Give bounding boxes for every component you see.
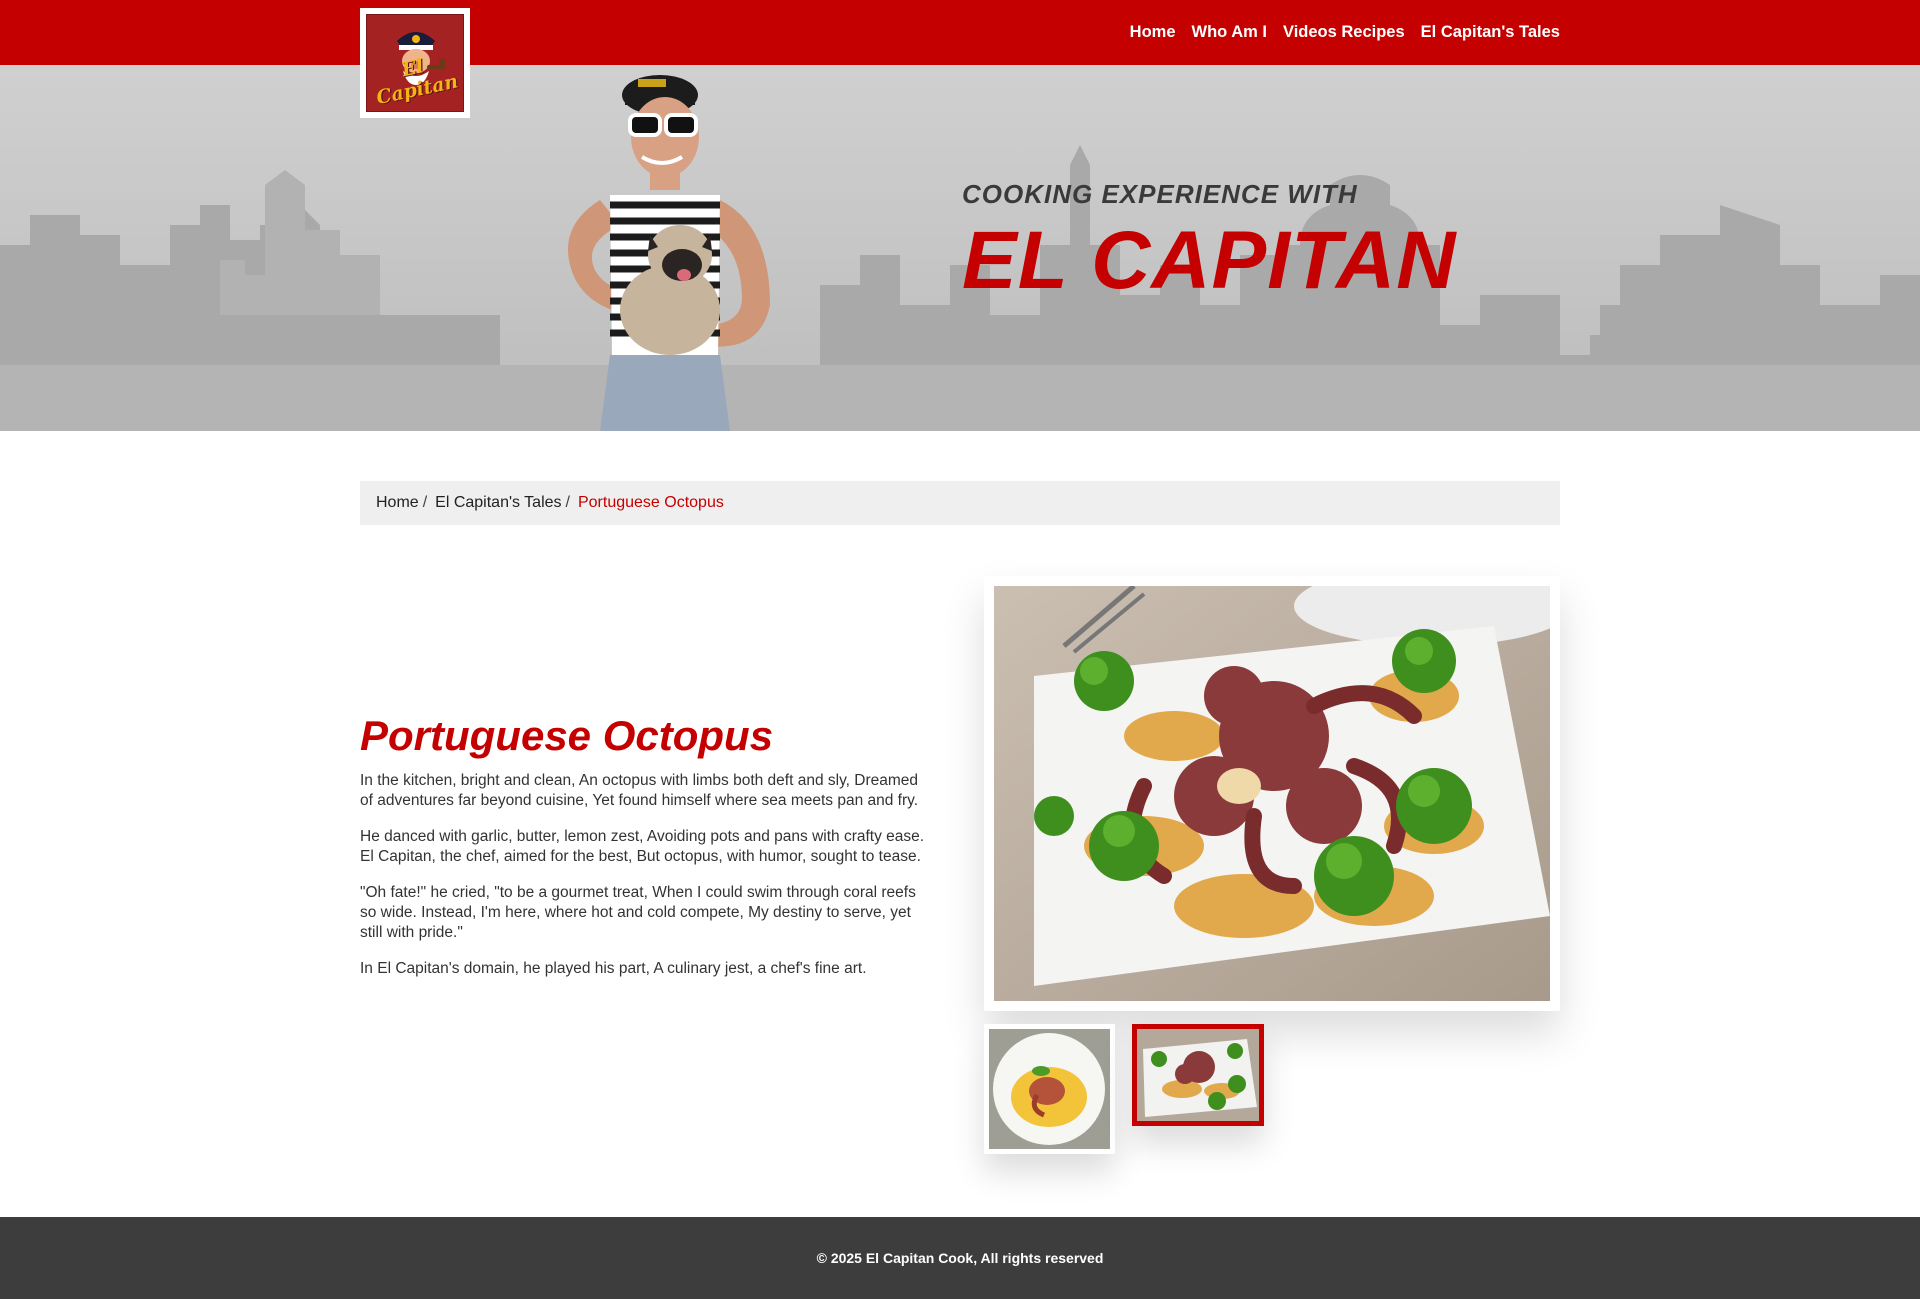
site-logo[interactable]: El Capitan xyxy=(360,8,470,118)
article-title: Portuguese Octopus xyxy=(360,712,774,759)
breadcrumb-current: Portuguese Octopus xyxy=(577,494,724,511)
article-paragraph: He danced with garlic, butter, lemon zes… xyxy=(360,828,925,866)
breadcrumb-home-link[interactable]: Home xyxy=(376,494,419,512)
hero-subtitle: COOKING EXPERIENCE WITH xyxy=(962,179,1358,209)
site-footer: © 2025 El Capitan Cook, All rights reser… xyxy=(0,1217,1920,1299)
footer-copyright: © 2025 El Capitan Cook, All rights reser… xyxy=(816,1250,1104,1266)
breadcrumb-separator: / xyxy=(422,494,428,511)
article-paragraph: In El Capitan's domain, he played his pa… xyxy=(360,960,867,978)
hero-banner: COOKING EXPERIENCE WITH EL CAPITAN xyxy=(0,65,1920,431)
breadcrumb-tales-link[interactable]: El Capitan's Tales xyxy=(435,494,561,512)
nav-home-link[interactable]: Home xyxy=(1130,23,1176,42)
gallery-thumbnail-selected[interactable] xyxy=(1132,1024,1264,1126)
nav-who-am-i-link[interactable]: Who Am I xyxy=(1192,23,1267,42)
octopus-dish-thumbnail-photo xyxy=(1137,1029,1259,1121)
top-navbar: Home Who Am I Videos Recipes El Capitan'… xyxy=(0,0,1920,65)
article-paragraph: "Oh fate!" he cried, "to be a gourmet tr… xyxy=(360,884,916,942)
gallery-main-image xyxy=(984,576,1560,1011)
main-nav: Home Who Am I Videos Recipes El Capitan'… xyxy=(1130,0,1560,65)
city-skyline-illustration xyxy=(0,145,1920,431)
article-paragraph: In the kitchen, bright and clean, An oct… xyxy=(360,772,919,810)
octopus-dish-photo xyxy=(994,586,1550,1001)
nav-videos-recipes-link[interactable]: Videos Recipes xyxy=(1283,23,1405,42)
breadcrumb: Home / El Capitan's Tales / Portuguese O… xyxy=(360,481,1560,525)
nav-tales-link[interactable]: El Capitan's Tales xyxy=(1421,23,1560,42)
hero-title: EL CAPITAN xyxy=(962,215,1457,306)
gallery-thumbnail[interactable] xyxy=(984,1024,1115,1154)
logo-badge: El Capitan xyxy=(366,14,464,112)
octopus-puree-photo xyxy=(989,1029,1110,1149)
tale-article: Portuguese Octopus In the kitchen, brigh… xyxy=(360,712,930,995)
breadcrumb-separator: / xyxy=(565,494,570,511)
chef-with-pug-photo xyxy=(568,75,770,431)
